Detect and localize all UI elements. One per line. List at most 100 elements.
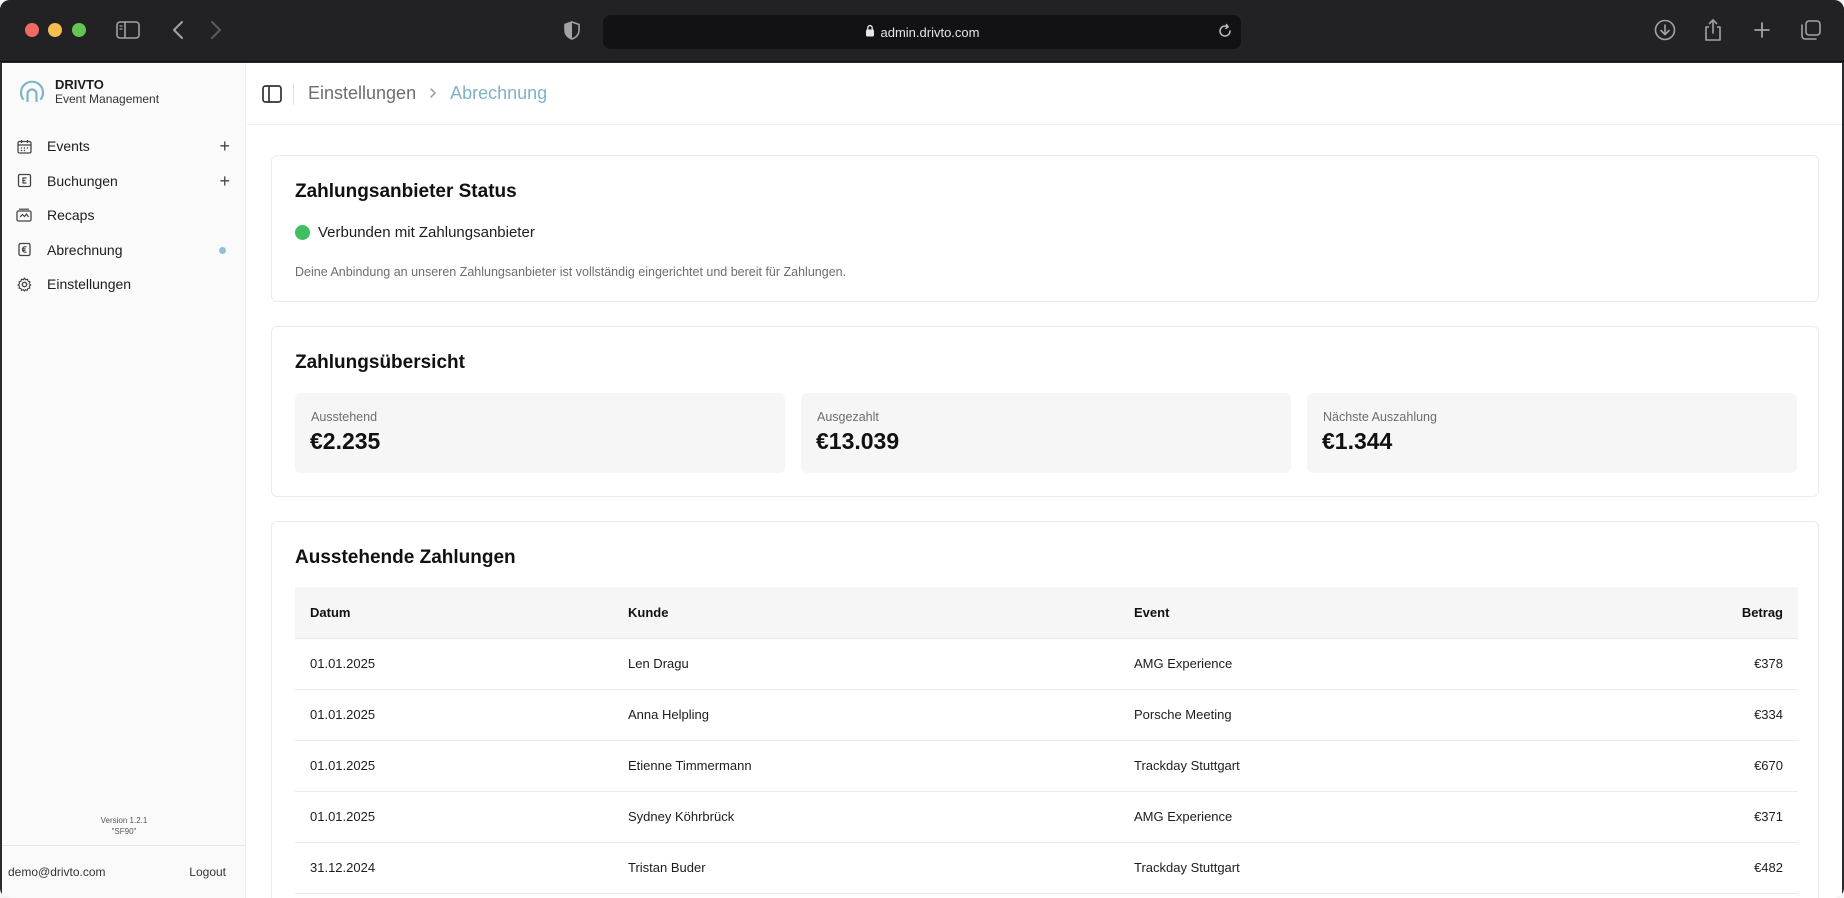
- sidebar-item-abrechnung[interactable]: Abrechnung: [2, 233, 246, 268]
- version-codename: "SF90": [111, 827, 137, 836]
- billing-icon: [16, 242, 32, 258]
- provider-status-row: Verbunden mit Zahlungsanbieter: [295, 224, 535, 241]
- browser-toolbar: admin.drivto.com: [0, 0, 1844, 62]
- sidebar-toggle-icon[interactable]: [261, 83, 283, 105]
- cell-amount: €670: [1519, 740, 1798, 792]
- cell-date: 31.12.2024: [295, 842, 613, 894]
- back-icon[interactable]: [170, 17, 186, 43]
- chevron-right-icon: [429, 86, 437, 102]
- privacy-shield-icon[interactable]: [562, 17, 582, 43]
- cell-date: 01.01.2025: [295, 791, 613, 843]
- provider-status-card: Zahlungsanbieter Status Verbunden mit Za…: [271, 155, 1819, 302]
- table-header-row: Datum Kunde Event Betrag: [295, 587, 1798, 639]
- stat-label: Ausstehend: [311, 410, 378, 424]
- stat-pending: Ausstehend €2.235: [295, 393, 785, 473]
- stat-label: Ausgezahlt: [817, 410, 879, 424]
- cell-customer: Anna Helpling: [613, 689, 1119, 741]
- brand-subtitle: Event Management: [55, 92, 160, 106]
- calendar-icon: [16, 138, 32, 154]
- header-divider: [293, 82, 294, 105]
- column-header-betrag[interactable]: Betrag: [1519, 587, 1798, 639]
- new-tab-icon[interactable]: [1751, 17, 1773, 43]
- reload-icon[interactable]: [1217, 23, 1233, 42]
- payment-overview-card: Zahlungsübersicht Ausstehend €2.235 Ausg…: [271, 326, 1819, 497]
- breadcrumb: Einstellungen Abrechnung: [308, 83, 547, 104]
- cell-event: Porsche Meeting: [1119, 689, 1519, 741]
- table-row[interactable]: 01.01.2025 Etienne Timmermann Trackday S…: [295, 740, 1798, 792]
- logout-button[interactable]: Logout: [189, 865, 226, 879]
- page-header: Einstellungen Abrechnung: [247, 63, 1842, 125]
- sidebar-item-label: Abrechnung: [47, 241, 123, 258]
- browser-sidebar-icon[interactable]: [115, 17, 141, 43]
- sidebar-item-recaps[interactable]: Recaps: [2, 198, 246, 233]
- cell-customer: Sydney Köhrbrück: [613, 791, 1119, 843]
- brand-name: DRIVTO: [55, 77, 104, 92]
- cell-amount: €334: [1519, 689, 1798, 741]
- pending-payments-table: Datum Kunde Event Betrag 01.01.2025 Len …: [295, 587, 1798, 894]
- provider-status-title: Zahlungsanbieter Status: [295, 181, 517, 202]
- table-row[interactable]: 01.01.2025 Anna Helpling Porsche Meeting…: [295, 689, 1798, 741]
- cell-customer: Etienne Timmermann: [613, 740, 1119, 792]
- stat-next-payout: Nächste Auszahlung €1.344: [1307, 393, 1797, 473]
- stat-value: €13.039: [816, 428, 900, 454]
- column-header-event[interactable]: Event: [1119, 587, 1519, 639]
- cell-amount: €378: [1519, 638, 1798, 690]
- sidebar-nav: Events + Buchungen + Recaps Abrechnung E…: [2, 129, 246, 302]
- table-row[interactable]: 01.01.2025 Sydney Köhrbrück AMG Experien…: [295, 791, 1798, 843]
- sidebar-item-label: Einstellungen: [47, 276, 132, 293]
- booking-icon: [16, 173, 32, 189]
- cell-date: 01.01.2025: [295, 638, 613, 690]
- stat-label: Nächste Auszahlung: [1323, 410, 1437, 424]
- minimize-window-button[interactable]: [48, 23, 62, 37]
- version-number: Version 1.2.1: [100, 816, 148, 825]
- sidebar-item-label: Events: [47, 138, 90, 155]
- stat-paid-out: Ausgezahlt €13.039: [801, 393, 1291, 473]
- address-url: admin.drivto.com: [880, 24, 980, 40]
- active-indicator-dot: [219, 246, 226, 254]
- breadcrumb-parent[interactable]: Einstellungen: [308, 83, 416, 104]
- browser-window: admin.drivto.com DRIVTO Event Management…: [0, 0, 1844, 898]
- cell-event: AMG Experience: [1119, 791, 1519, 843]
- sidebar-item-events[interactable]: Events +: [2, 129, 246, 164]
- sidebar-item-buchungen[interactable]: Buchungen +: [2, 164, 246, 199]
- cell-event: AMG Experience: [1119, 638, 1519, 690]
- gear-icon: [16, 276, 32, 292]
- column-header-kunde[interactable]: Kunde: [613, 587, 1119, 639]
- column-header-datum[interactable]: Datum: [295, 587, 613, 639]
- tab-overview-icon[interactable]: [1799, 17, 1823, 43]
- version-info: Version 1.2.1 "SF90": [2, 815, 246, 837]
- provider-status-description: Deine Anbindung an unseren Zahlungsanbie…: [295, 265, 847, 279]
- forward-icon[interactable]: [208, 17, 224, 43]
- address-bar[interactable]: admin.drivto.com: [603, 15, 1241, 49]
- sidebar-item-einstellungen[interactable]: Einstellungen: [2, 267, 246, 302]
- zoom-window-button[interactable]: [72, 23, 86, 37]
- drivto-logo-icon: [17, 77, 47, 107]
- cell-date: 01.01.2025: [295, 740, 613, 792]
- cell-date: 01.01.2025: [295, 689, 613, 741]
- recap-icon: [16, 207, 32, 223]
- breadcrumb-current: Abrechnung: [450, 83, 548, 103]
- cell-customer: Tristan Buder: [613, 842, 1119, 894]
- cell-amount: €371: [1519, 791, 1798, 843]
- cell-customer: Len Dragu: [613, 638, 1119, 690]
- sidebar: DRIVTO Event Management Events + Buchung…: [2, 63, 246, 898]
- stat-value: €2.235: [310, 428, 381, 454]
- cell-amount: €482: [1519, 842, 1798, 894]
- downloads-icon[interactable]: [1653, 17, 1677, 43]
- add-event-button[interactable]: +: [219, 137, 230, 155]
- add-booking-button[interactable]: +: [219, 172, 230, 190]
- sidebar-item-label: Buchungen: [47, 172, 118, 189]
- brand[interactable]: DRIVTO Event Management: [17, 77, 159, 107]
- sidebar-item-label: Recaps: [47, 207, 95, 224]
- pending-payments-title: Ausstehende Zahlungen: [295, 547, 516, 568]
- provider-status-text: Verbunden mit Zahlungsanbieter: [318, 224, 535, 241]
- sidebar-footer: demo@drivto.com Logout: [2, 845, 246, 898]
- share-icon[interactable]: [1702, 17, 1724, 43]
- lock-icon: [865, 24, 875, 40]
- app-content: DRIVTO Event Management Events + Buchung…: [2, 63, 1842, 898]
- main-content: Einstellungen Abrechnung Zahlungsanbiete…: [247, 63, 1842, 898]
- user-email: demo@drivto.com: [8, 865, 106, 879]
- table-row[interactable]: 01.01.2025 Len Dragu AMG Experience €378: [295, 638, 1798, 690]
- close-window-button[interactable]: [25, 23, 39, 37]
- table-row[interactable]: 31.12.2024 Tristan Buder Trackday Stuttg…: [295, 842, 1798, 894]
